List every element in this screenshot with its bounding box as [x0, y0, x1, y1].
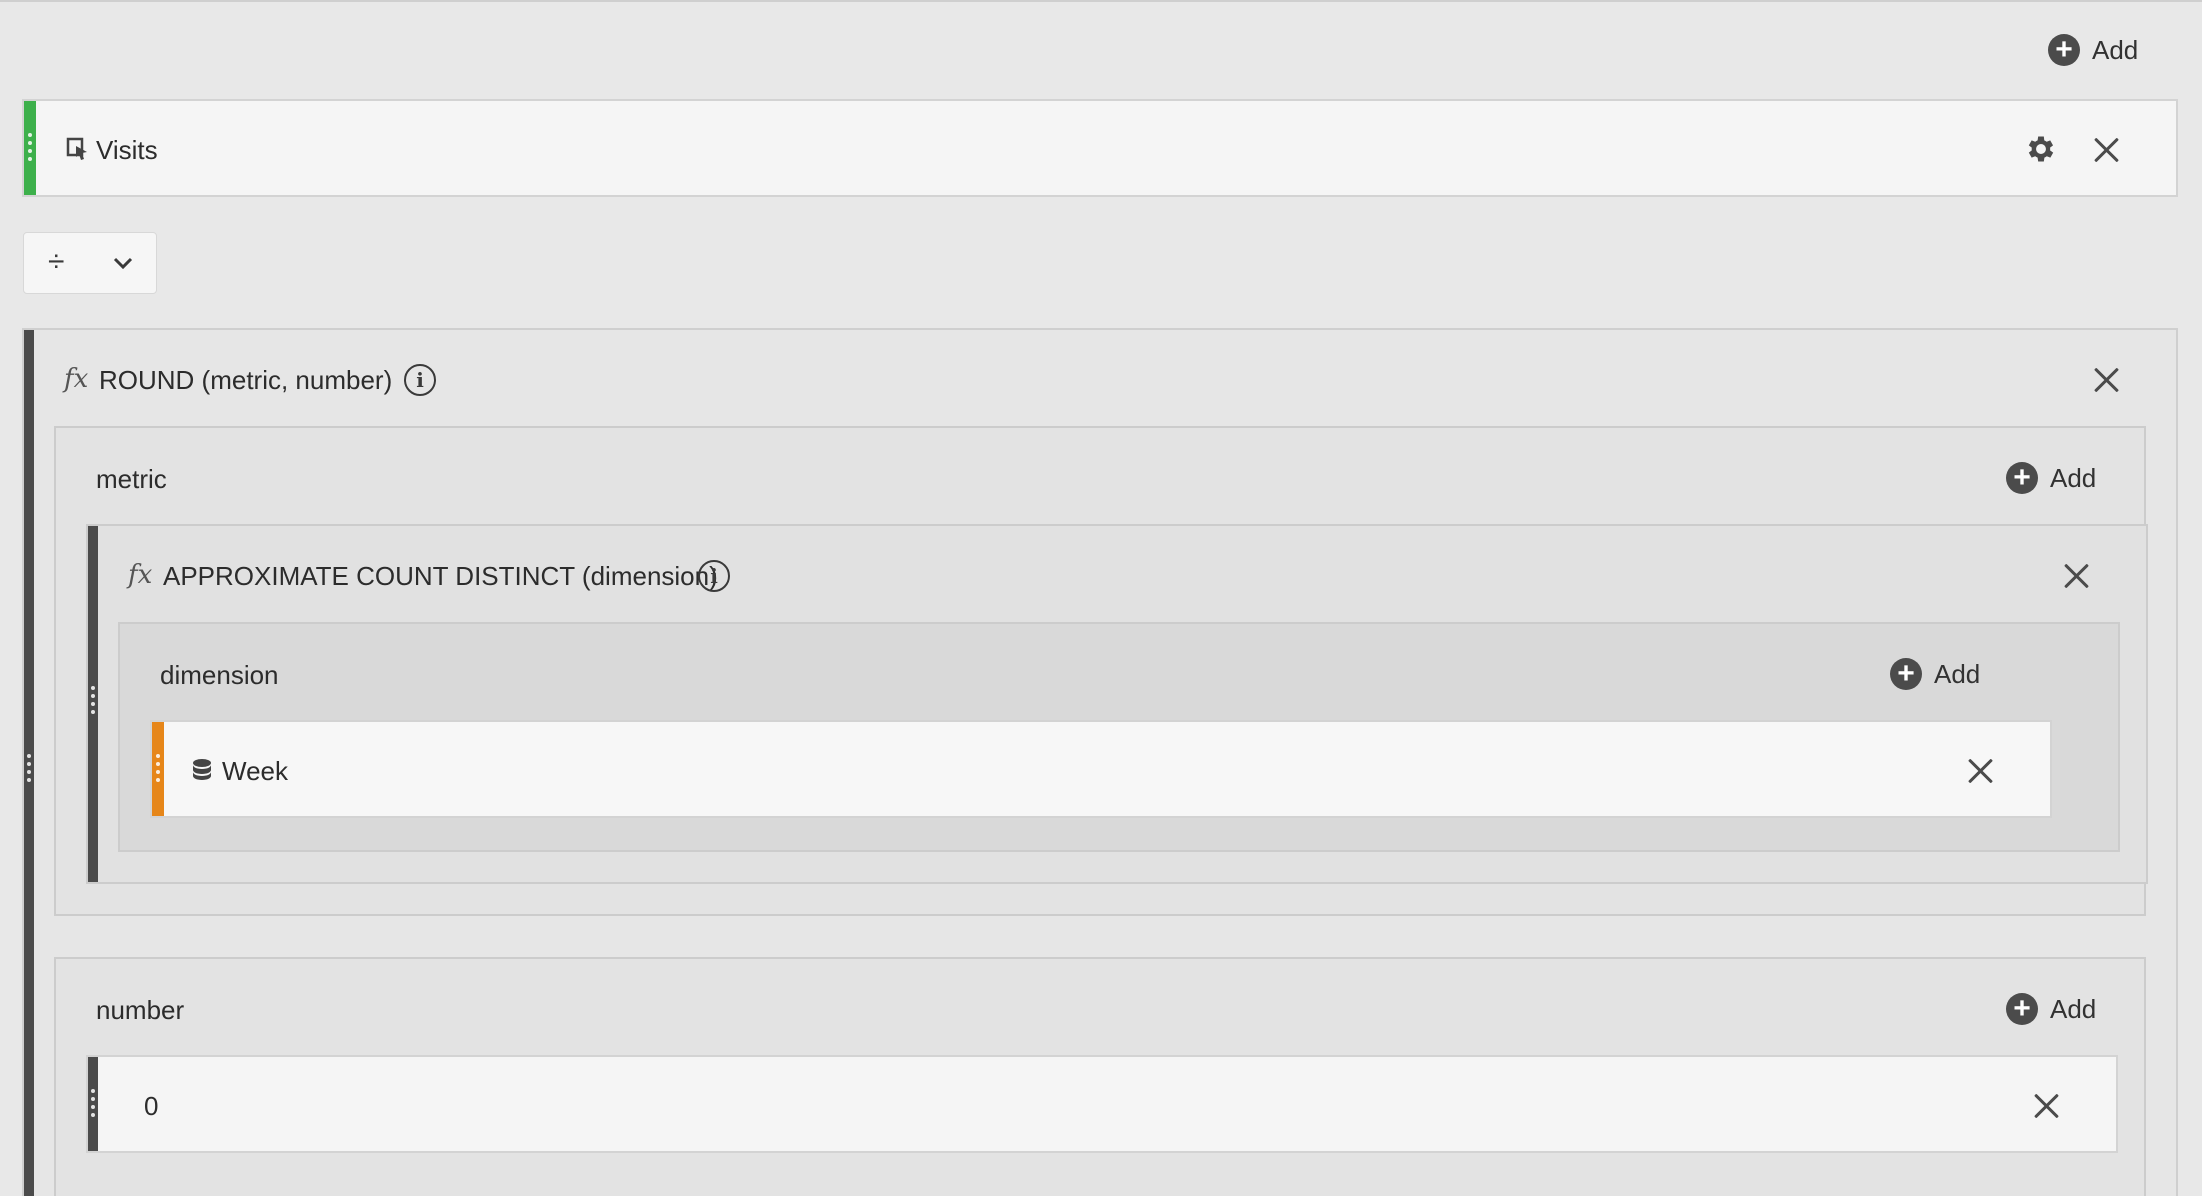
- add-label: Add: [1934, 658, 1981, 689]
- round-title: ROUND (metric, number): [99, 365, 393, 395]
- info-icon[interactable]: i: [404, 364, 436, 396]
- metric-icon: [66, 137, 87, 160]
- dimension-section: dimension + Add Week: [118, 622, 2120, 852]
- drag-handle[interactable]: [156, 754, 160, 782]
- plus-icon: +: [1890, 658, 1922, 690]
- dimension-icon: [193, 759, 211, 780]
- round-function-card[interactable]: fx ROUND (metric, number) i metric + Add…: [22, 328, 2178, 1196]
- divide-icon: ÷: [48, 245, 65, 278]
- top-add-button[interactable]: + Add: [2048, 34, 2138, 66]
- metric-label: metric: [96, 464, 167, 494]
- plus-icon: +: [2048, 34, 2080, 66]
- week-remove-button[interactable]: [1967, 757, 1995, 785]
- function-icon: fx: [64, 364, 89, 394]
- number-value-card[interactable]: 0: [86, 1055, 2118, 1153]
- visits-remove-button[interactable]: [2093, 136, 2121, 164]
- metric-section: metric + Add fx APPROXIMATE COUNT DISTIN…: [54, 426, 2148, 916]
- week-label: Week: [222, 756, 288, 786]
- plus-icon: +: [2006, 462, 2038, 494]
- number-add-button[interactable]: + Add: [2006, 993, 2096, 1025]
- acd-title: APPROXIMATE COUNT DISTINCT (dimension): [163, 561, 718, 591]
- add-label: Add: [2050, 462, 2097, 493]
- info-icon[interactable]: i: [698, 560, 730, 592]
- visits-metric-card[interactable]: Visits: [22, 99, 2178, 197]
- drag-handle[interactable]: [28, 133, 32, 161]
- operator-dropdown[interactable]: ÷: [23, 232, 157, 294]
- drag-handle[interactable]: [91, 686, 95, 714]
- add-label: Add: [2050, 993, 2097, 1024]
- number-value[interactable]: 0: [144, 1091, 158, 1122]
- metric-add-button[interactable]: + Add: [2006, 462, 2096, 494]
- number-remove-button[interactable]: [2033, 1092, 2061, 1120]
- number-label: number: [96, 995, 185, 1025]
- week-dimension-card[interactable]: Week: [150, 720, 2052, 818]
- acd-function-card[interactable]: fx APPROXIMATE COUNT DISTINCT (dimension…: [86, 524, 2148, 884]
- acd-remove-button[interactable]: [2063, 562, 2091, 590]
- plus-icon: +: [2006, 993, 2038, 1025]
- add-label: Add: [2092, 34, 2139, 65]
- dimension-add-button[interactable]: + Add: [1890, 658, 1980, 690]
- gear-icon[interactable]: [2024, 132, 2058, 166]
- function-icon: fx: [128, 560, 153, 590]
- chevron-down-icon: [113, 257, 133, 270]
- top-divider: [0, 0, 2202, 2]
- number-section: number + Add 0: [54, 957, 2146, 1196]
- dimension-label: dimension: [160, 660, 279, 690]
- visits-label: Visits: [96, 135, 158, 165]
- drag-handle[interactable]: [27, 754, 31, 782]
- round-remove-button[interactable]: [2093, 366, 2121, 394]
- drag-handle[interactable]: [91, 1089, 95, 1117]
